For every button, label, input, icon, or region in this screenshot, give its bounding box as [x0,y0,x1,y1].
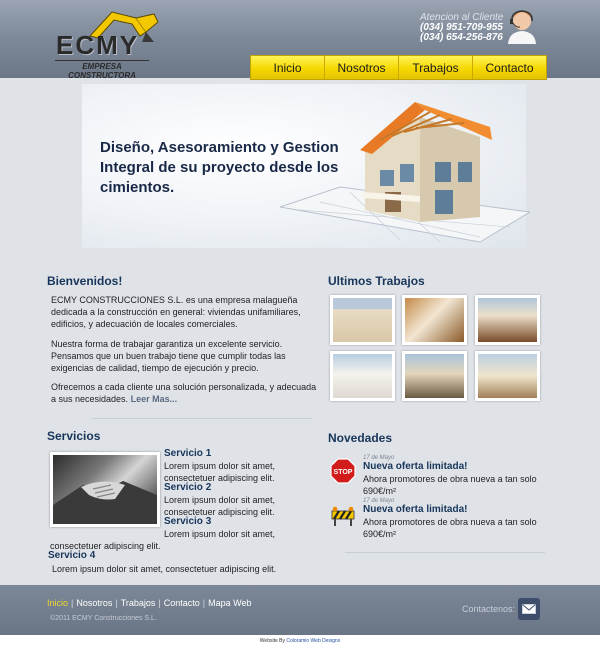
footer-link-inicio[interactable]: Inicio [47,598,68,608]
handshake-image [50,452,160,527]
service-3-title[interactable]: Servicio 3 [164,516,211,527]
service-3-text-a: Lorem ipsum dolor sit amet, [164,529,276,539]
welcome-paragraph-3-text: Ofrecemos a cada cliente una solución pe… [51,382,317,404]
work-thumbnail-3[interactable] [475,295,540,345]
credit-prefix: Website By [259,638,285,644]
service-1-text: Lorem ipsum dolor sit amet, consectetuer… [164,461,276,483]
latest-works-title: Ultimos Trabajos [328,274,425,288]
nav-trabajos[interactable]: Trabajos [399,56,473,79]
footer-link-mapa-web[interactable]: Mapa Web [208,598,251,608]
handshake-icon [53,481,157,524]
envelope-icon [522,604,536,614]
welcome-title: Bienvenidos! [47,274,123,288]
footer-separator: | [202,598,206,608]
footer-separator: | [158,598,161,608]
phone-number-2: (034) 654-256-876 [420,32,503,43]
service-1-title[interactable]: Servicio 1 [164,448,211,459]
support-agent-icon [508,10,536,44]
copyright-text: ©2011 ECMY Construcciones S.L. [50,615,157,622]
house-construction-image [280,102,530,243]
nav-contacto[interactable]: Contacto [473,56,546,79]
welcome-paragraph-3: Ofrecemos a cada cliente una solución pe… [51,381,321,405]
work-thumbnail-1[interactable] [330,295,395,345]
credit-link[interactable]: Coloramio Web Designs [286,638,340,644]
footer-separator: | [71,598,74,608]
read-more-link[interactable]: Leer Mas... [131,394,178,404]
welcome-paragraph-1: ECMY CONSTRUCCIONES S.L. es una empresa … [51,295,301,329]
footer-links: Inicio | Nosotros | Trabajos | Contacto … [47,598,251,608]
services-title: Servicios [47,429,101,443]
footer-link-trabajos[interactable]: Trabajos [121,598,156,608]
service-2-text: Lorem ipsum dolor sit amet, consectetuer… [164,495,276,517]
work-thumbnail-5[interactable] [402,351,467,401]
main-nav: Inicio Nosotros Trabajos Contacto [250,55,547,80]
work-thumbnail-4[interactable] [330,351,395,401]
email-button[interactable] [518,598,540,620]
news-2-title[interactable]: Nueva oferta limitada! [363,504,467,515]
construction-barrier-icon [331,506,355,526]
nav-inicio[interactable]: Inicio [251,56,325,79]
footer-link-contacto[interactable]: Contacto [164,598,200,608]
footer-link-nosotros[interactable]: Nosotros [76,598,112,608]
service-2-title[interactable]: Servicio 2 [164,482,211,493]
nav-nosotros[interactable]: Nosotros [325,56,399,79]
credit-bar: Website By Coloramio Web Designs [0,635,600,647]
welcome-paragraph-2: Nuestra forma de trabajar garantiza un e… [51,339,286,373]
work-thumbnail-2[interactable] [402,295,467,345]
service-4-text: Lorem ipsum dolor sit amet, consectetuer… [52,564,277,574]
logo-subtitle: EMPRESA CONSTRUCTORA [55,60,149,80]
news-1-title[interactable]: Nueva oferta limitada! [363,461,467,472]
service-4-title[interactable]: Servicio 4 [48,550,95,561]
svg-text:STOP: STOP [334,469,353,476]
news-2-body: Ahora promotores de obra nueva a tan sol… [363,517,537,539]
news-1-body: Ahora promotores de obra nueva a tan sol… [363,474,537,496]
contact-label: Contactenos: [462,604,516,614]
welcome-divider [92,418,312,419]
news-title: Novedades [328,431,393,445]
news-divider [345,552,545,553]
stop-sign-icon: STOP [330,458,356,484]
work-thumbnail-6[interactable] [475,351,540,401]
logo-text[interactable]: ECMY [56,30,139,61]
footer-separator: | [115,598,118,608]
